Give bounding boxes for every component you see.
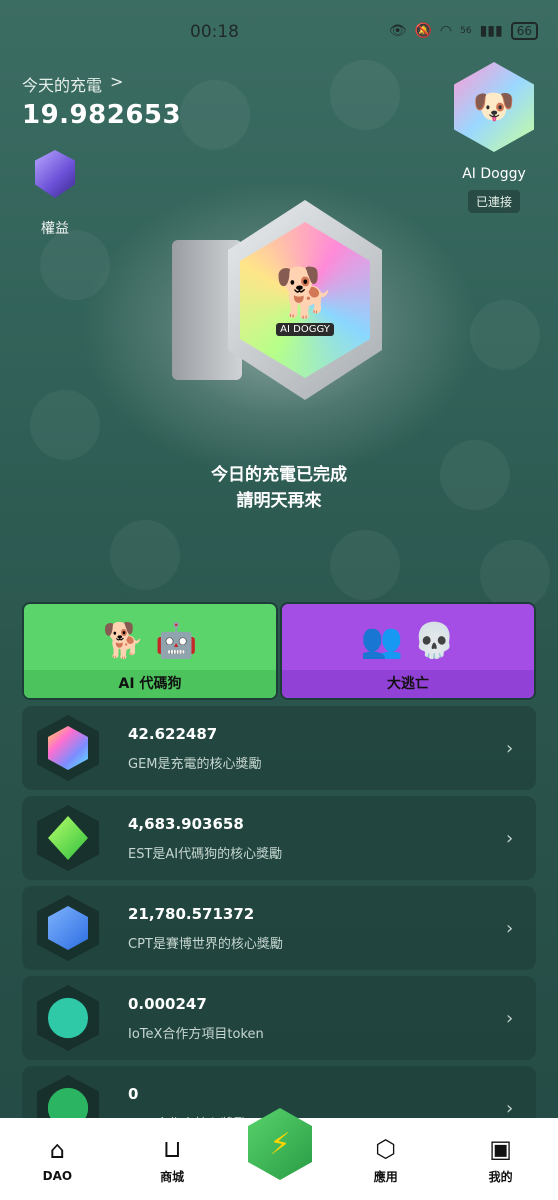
charging-device: 🐕 AI DOGGY: [172, 200, 382, 410]
signal-icon: ▮▮▮: [479, 23, 503, 39]
chevron-right-icon: ›: [506, 917, 514, 939]
lightning-icon: ⚡: [269, 1126, 291, 1162]
mute-icon: 🔕: [414, 23, 432, 39]
nav-label: DAO: [42, 1169, 73, 1183]
today-charge-value: 19.982653: [22, 100, 182, 130]
message-line2: 請明天再來: [236, 491, 322, 511]
game-banner-great-escape[interactable]: 👥 💀 大逃亡: [280, 602, 536, 700]
token-amount: 0.000247: [128, 994, 207, 1013]
today-charge-link[interactable]: 今天的充電 >: [22, 72, 123, 96]
skull-monkey-icon: 💀: [413, 621, 456, 661]
status-icons: 👁 🔕 ◠ 56 ▮▮▮ 66: [389, 22, 538, 40]
token-desc: IoTeX合作方項目token: [128, 1026, 264, 1042]
purple-cube-icon: [35, 150, 75, 198]
wifi-icon: ◠: [439, 23, 453, 39]
iotex-icon: [48, 997, 88, 1039]
chevron-right-icon: ›: [506, 737, 514, 759]
token-desc: CPT是賽博世界的核心獎勵: [128, 936, 283, 952]
characters-icon: 👥: [360, 621, 403, 661]
nav-label: 商城: [160, 1169, 185, 1184]
cpt-icon: [48, 906, 88, 950]
token-row-cpt[interactable]: 21,780.571372 CPT是賽博世界的核心獎勵 ›: [22, 886, 536, 970]
today-charge-label: 今天的充電: [22, 76, 103, 95]
game-art: 🐕 🤖: [24, 608, 276, 674]
dog-icon: 🐕: [102, 621, 145, 661]
token-row-iotex[interactable]: 0.000247 IoTeX合作方項目token ›: [22, 976, 536, 1060]
device-status-badge: 已連接: [467, 190, 520, 213]
device-screen-tag: AI DOGGY: [276, 323, 334, 336]
nav-label: 我的: [488, 1169, 513, 1184]
nav-shop[interactable]: ⊔ 商城: [132, 1134, 212, 1185]
device-name: AI Doggy: [462, 166, 526, 182]
token-amount: 0: [128, 1084, 139, 1103]
nav-apps[interactable]: ⬡ 應用: [346, 1134, 426, 1185]
robot-icon: 🤖: [155, 621, 198, 661]
game-label: 大逃亡: [282, 670, 534, 698]
status-time: 00:18: [190, 22, 239, 42]
message-line1: 今日的充電已完成: [211, 465, 347, 485]
device-thumbnail: 🐶: [454, 62, 534, 152]
token-row-est[interactable]: 4,683.903658 EST是AI代碼狗的核心獎勵 ›: [22, 796, 536, 880]
battery-icon: 66: [510, 22, 538, 40]
game-banner-ai-code-dog[interactable]: 🐕 🤖 AI 代碼狗: [22, 602, 278, 700]
shop-icon: ⊔: [162, 1134, 182, 1163]
token-desc: GEM是充電的核心獎勵: [128, 756, 262, 772]
device-card[interactable]: 🐶 AI Doggy 已連接: [450, 62, 538, 213]
home-icon: ⌂: [49, 1136, 65, 1164]
rights-label: 權益: [41, 221, 69, 237]
network-label: 56: [460, 26, 472, 36]
token-amount: 4,683.903658: [128, 814, 244, 833]
game-label: AI 代碼狗: [24, 670, 276, 698]
gem-icon: [48, 726, 88, 770]
game-art: 👥 💀: [282, 608, 534, 674]
chevron-right-icon: ›: [506, 1097, 514, 1119]
chevron-right-icon: ›: [506, 827, 514, 849]
nav-dao[interactable]: ⌂ DAO: [17, 1135, 97, 1183]
apps-icon: ⬡: [375, 1134, 397, 1163]
rights-button[interactable]: 權益: [30, 150, 80, 238]
token-row-gem[interactable]: 42.622487 GEM是充電的核心獎勵 ›: [22, 706, 536, 790]
est-icon: [48, 816, 88, 860]
charge-complete-message: 今日的充電已完成 請明天再來: [0, 462, 558, 514]
token-desc: EST是AI代碼狗的核心獎勵: [128, 846, 283, 862]
status-bar: 00:18 👁 🔕 ◠ 56 ▮▮▮ 66: [0, 0, 558, 64]
doggy-icon: 🐕: [275, 265, 335, 321]
token-amount: 21,780.571372: [128, 904, 255, 923]
robot-face-icon: ▣: [489, 1134, 512, 1163]
eye-icon: 👁: [388, 23, 407, 39]
token-amount: 42.622487: [128, 724, 218, 743]
nav-label: 應用: [373, 1169, 398, 1184]
chevron-right-icon: >: [110, 72, 124, 91]
doggy-icon: 🐶: [472, 87, 516, 127]
nav-mine[interactable]: ▣ 我的: [461, 1134, 541, 1185]
chevron-right-icon: ›: [506, 1007, 514, 1029]
